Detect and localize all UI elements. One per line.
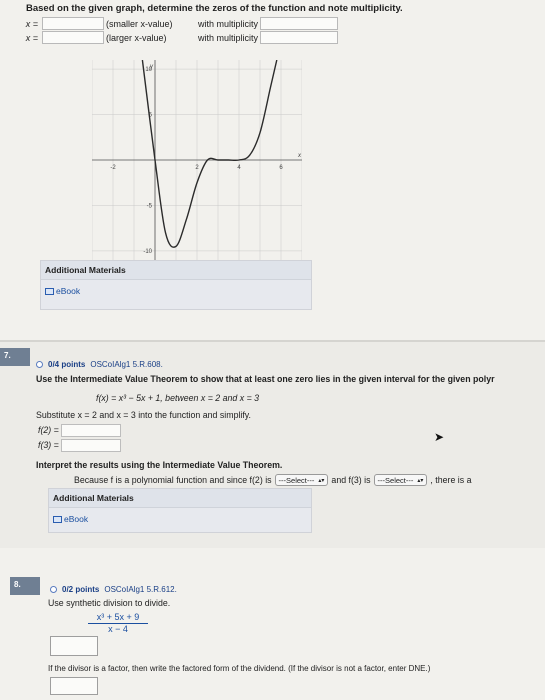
multiplicity-label: with multiplicity	[198, 32, 259, 43]
question-number-8: 8.	[10, 577, 40, 595]
x-tick-label: 2	[195, 165, 199, 171]
factored-form-input[interactable]	[50, 677, 98, 695]
f2-row: f(2) =	[38, 424, 122, 437]
factor-instruction: If the divisor is a factor, then write t…	[48, 664, 431, 673]
source-link[interactable]: OSCoIAlg1 5.R.608.	[90, 360, 162, 369]
question-zeros-section: Based on the given graph, determine the …	[0, 0, 545, 340]
y-tick-label: -5	[147, 203, 153, 209]
question-7-header: 0/4 points OSCoIAlg1 5.R.608.	[36, 360, 163, 369]
points-label: 0/4 points	[48, 360, 86, 369]
y-tick-label: -10	[143, 249, 152, 255]
f2-label: f(2) =	[38, 424, 59, 435]
dropdown-arrow-icon: ▴▾	[417, 477, 424, 484]
section-divider	[0, 340, 545, 342]
x-label: x =	[25, 18, 38, 29]
function-graph: -2 2 4 6 10 5 -5 -10 x y	[91, 59, 303, 260]
question-instruction: Based on the given graph, determine the …	[26, 3, 403, 14]
x-tick-label: -2	[110, 165, 116, 171]
f2-input[interactable]	[61, 424, 122, 437]
f3-input[interactable]	[61, 439, 122, 452]
status-circle-icon	[50, 586, 57, 593]
substitute-instruction: Substitute x = 2 and x = 3 into the func…	[36, 410, 251, 420]
select-value: ---Select---	[377, 475, 414, 485]
larger-multiplicity-input[interactable]	[260, 31, 339, 44]
question-number-7: 7.	[0, 348, 30, 366]
interpret-instruction: Interpret the results using the Intermed…	[36, 460, 283, 470]
book-icon	[45, 287, 54, 295]
question-8-prompt: Use synthetic division to divide.	[48, 598, 171, 608]
zero-row-larger: x = (larger x-value) with multiplicity	[12, 31, 339, 44]
question-7-prompt: Use the Intermediate Value Theorem to sh…	[36, 374, 495, 384]
multiplicity-label: with multiplicity	[198, 18, 259, 29]
select-value: ---Select---	[278, 475, 315, 485]
ivt-conclusion-row: Because f is a polynomial function and s…	[74, 474, 472, 486]
function-definition: f(x) = x³ − 5x + 1, between x = 2 and x …	[96, 393, 260, 403]
x-tick-label: 4	[237, 165, 241, 171]
f3-sign-select[interactable]: ---Select--- ▴▾	[373, 474, 428, 486]
and-text: and f(3) is	[331, 475, 371, 485]
zero-row-smaller: x = (smaller x-value) with multiplicity	[12, 17, 339, 30]
additional-materials-heading: Additional Materials	[41, 261, 311, 280]
source-link[interactable]: OSCoIAlg1 5.R.612.	[104, 585, 176, 594]
division-answer-input[interactable]	[50, 636, 98, 656]
dropdown-arrow-icon: ▴▾	[318, 477, 325, 484]
mouse-cursor-icon: ➤	[434, 430, 445, 444]
smaller-x-desc: (smaller x-value)	[106, 18, 173, 29]
f2-sign-select[interactable]: ---Select--- ▴▾	[274, 474, 329, 486]
status-circle-icon	[36, 361, 43, 368]
book-icon	[53, 515, 62, 523]
because-text: Because f is a polynomial function and s…	[74, 475, 272, 485]
ebook-link[interactable]: eBook	[41, 280, 311, 302]
graph-svg: -2 2 4 6105-5-10xy	[91, 59, 303, 260]
division-fraction: x³ + 5x + 9 x − 4	[88, 612, 148, 634]
additional-materials-panel-7: Additional Materials eBook	[48, 488, 312, 533]
additional-materials-heading: Additional Materials	[49, 489, 311, 508]
x-axis-label: x	[297, 153, 302, 159]
f3-row: f(3) =	[38, 439, 122, 452]
question-8-header: 0/2 points OSCoIAlg1 5.R.612.	[50, 585, 177, 594]
f3-label: f(3) =	[38, 439, 59, 450]
tail-text: , there is a	[430, 475, 472, 485]
ebook-label: eBook	[64, 514, 89, 524]
x-tick-label: 6	[279, 165, 283, 171]
divisor: x − 4	[108, 624, 128, 634]
page: Based on the given graph, determine the …	[0, 0, 545, 700]
x-label: x =	[25, 32, 38, 43]
function-curve	[141, 59, 278, 248]
smaller-multiplicity-input[interactable]	[260, 17, 339, 30]
additional-materials-panel: Additional Materials eBook	[40, 260, 312, 310]
ebook-link[interactable]: eBook	[49, 508, 311, 530]
larger-x-desc: (larger x-value)	[106, 32, 167, 43]
ebook-label: eBook	[56, 286, 81, 296]
dividend: x³ + 5x + 9	[88, 612, 148, 624]
smaller-x-input[interactable]	[42, 17, 104, 30]
points-label: 0/2 points	[62, 585, 100, 594]
larger-x-input[interactable]	[42, 31, 104, 44]
